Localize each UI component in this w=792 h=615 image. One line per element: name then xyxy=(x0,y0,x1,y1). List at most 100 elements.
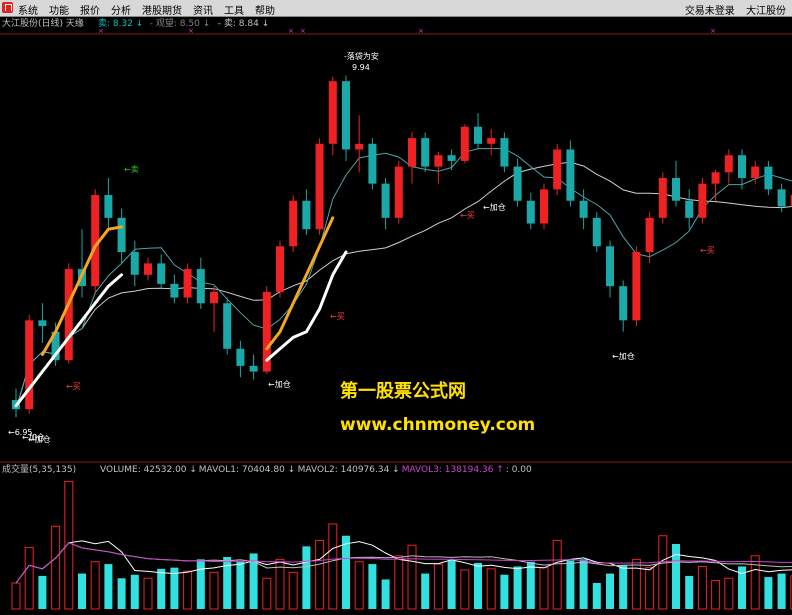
candle-34[interactable] xyxy=(460,124,469,164)
candle-17[interactable] xyxy=(236,340,245,378)
candle-46[interactable] xyxy=(619,280,628,332)
candle-5[interactable] xyxy=(78,229,86,298)
candle-12[interactable] xyxy=(170,274,179,304)
candle-body xyxy=(764,166,773,190)
volume-bar-7 xyxy=(104,564,113,609)
candle-body xyxy=(236,348,245,366)
candle-body xyxy=(447,155,456,161)
candle-49[interactable] xyxy=(658,172,667,224)
candle-22[interactable] xyxy=(302,189,311,235)
volume-bar-26 xyxy=(354,561,364,610)
candle-body xyxy=(368,143,377,184)
candle-body xyxy=(434,155,443,167)
candle-15[interactable] xyxy=(210,286,218,332)
price-panel-title: 大江股份(日线) 天缘 xyxy=(2,17,84,29)
candle-body xyxy=(421,138,430,167)
candle-42[interactable] xyxy=(566,140,575,207)
candle-body xyxy=(302,200,311,230)
candle-14[interactable] xyxy=(196,257,205,309)
volume-bar-2 xyxy=(38,575,47,609)
candle-23[interactable] xyxy=(315,138,324,235)
candle-38[interactable] xyxy=(513,158,522,207)
volume-bar-42 xyxy=(566,560,575,609)
candle-body xyxy=(606,246,614,287)
volume-bar-56 xyxy=(750,555,760,610)
candle-body xyxy=(157,263,166,284)
app-logo-icon[interactable] xyxy=(2,2,13,13)
volume-bar-45 xyxy=(606,573,614,609)
candle-37[interactable] xyxy=(500,132,509,173)
volume-bar-9 xyxy=(130,574,139,609)
signal-marker: × xyxy=(288,27,294,35)
menu-item-6[interactable]: 工具 xyxy=(224,6,244,17)
login-status[interactable]: 交易未登录 xyxy=(685,6,735,17)
candle-45[interactable] xyxy=(606,240,614,298)
candle-36[interactable] xyxy=(487,129,496,156)
candle-47[interactable] xyxy=(632,246,641,327)
candle-16[interactable] xyxy=(223,297,232,355)
candle-53[interactable] xyxy=(711,170,720,201)
candle-21[interactable] xyxy=(289,195,298,252)
candle-24[interactable] xyxy=(328,76,337,156)
menu-item-1[interactable]: 功能 xyxy=(49,6,69,17)
candle-9[interactable] xyxy=(130,240,139,287)
candle-54[interactable] xyxy=(724,149,733,184)
candle-50[interactable] xyxy=(672,160,680,207)
volume-bar-14 xyxy=(196,559,205,609)
volume-bar-30 xyxy=(407,544,417,610)
candle-35[interactable] xyxy=(474,113,482,150)
volume-bar-21 xyxy=(288,571,298,610)
volume-bar-25 xyxy=(342,535,350,609)
candle-1[interactable] xyxy=(25,314,34,414)
candle-20[interactable] xyxy=(276,240,284,298)
annotation-label: ←加仓 xyxy=(612,351,635,361)
candle-32[interactable] xyxy=(434,151,443,184)
candle-27[interactable] xyxy=(368,138,377,190)
candle-33[interactable] xyxy=(447,149,456,171)
candle-41[interactable] xyxy=(553,143,562,196)
candle-51[interactable] xyxy=(685,189,694,230)
candle-28[interactable] xyxy=(381,177,390,230)
candle-57[interactable] xyxy=(764,160,773,196)
candle-body xyxy=(210,291,218,304)
candle-body xyxy=(777,189,786,207)
menu-item-3[interactable]: 分析 xyxy=(111,6,131,17)
menu-item-2[interactable]: 报价 xyxy=(80,6,100,17)
menu-items: 系统 功能 报价 分析 港股期货 资讯 工具 帮助 xyxy=(18,2,286,17)
candle-18[interactable] xyxy=(249,354,258,380)
candle-body xyxy=(474,126,482,144)
annotation-label: ←加仓 xyxy=(28,434,51,444)
candle-body xyxy=(592,217,601,247)
candle-44[interactable] xyxy=(592,212,601,252)
candle-39[interactable] xyxy=(526,192,535,230)
candle-40[interactable] xyxy=(540,183,548,230)
candle-10[interactable] xyxy=(144,257,152,281)
menu-item-0[interactable]: 系统 xyxy=(18,6,38,17)
candle-31[interactable] xyxy=(421,132,430,173)
volume-bar-1 xyxy=(24,547,34,610)
volume-bar-57 xyxy=(764,577,773,609)
candle-body xyxy=(645,217,654,252)
candle-11[interactable] xyxy=(157,254,166,289)
volume-bar-50 xyxy=(672,544,680,609)
stock-chart[interactable]: ←卖-落袋为安9.94←加仓←买←买←加仓←买←加仓←买←加仓←6.95←加仓×… xyxy=(0,17,792,611)
volume-bar-41 xyxy=(552,539,562,610)
volume-bar-17 xyxy=(236,561,245,609)
menu-item-7[interactable]: 帮助 xyxy=(255,6,275,17)
candle-7[interactable] xyxy=(104,177,113,230)
candle-body xyxy=(672,177,680,201)
candle-29[interactable] xyxy=(394,160,403,224)
volume-bar-6 xyxy=(90,561,100,610)
menu-item-4[interactable]: 港股期货 xyxy=(142,6,182,17)
candle-4[interactable] xyxy=(64,263,73,364)
candle-25[interactable] xyxy=(342,75,350,161)
chart-area[interactable]: ←卖 -落袋为安 9.94 ←加仓 ←买 ←买 ←加仓 ←买 ←加仓 ←买 ←加仓 ←6.95 ←加仓 ×… xyxy=(0,17,792,611)
menu-item-5[interactable]: 资讯 xyxy=(193,6,213,17)
candle-52[interactable] xyxy=(698,177,707,224)
candle-30[interactable] xyxy=(408,132,416,184)
volume-bar-3 xyxy=(51,525,61,610)
candle-8[interactable] xyxy=(117,208,126,264)
candle-2[interactable] xyxy=(38,303,47,344)
candle-26[interactable] xyxy=(355,115,364,173)
candle-13[interactable] xyxy=(183,263,192,304)
